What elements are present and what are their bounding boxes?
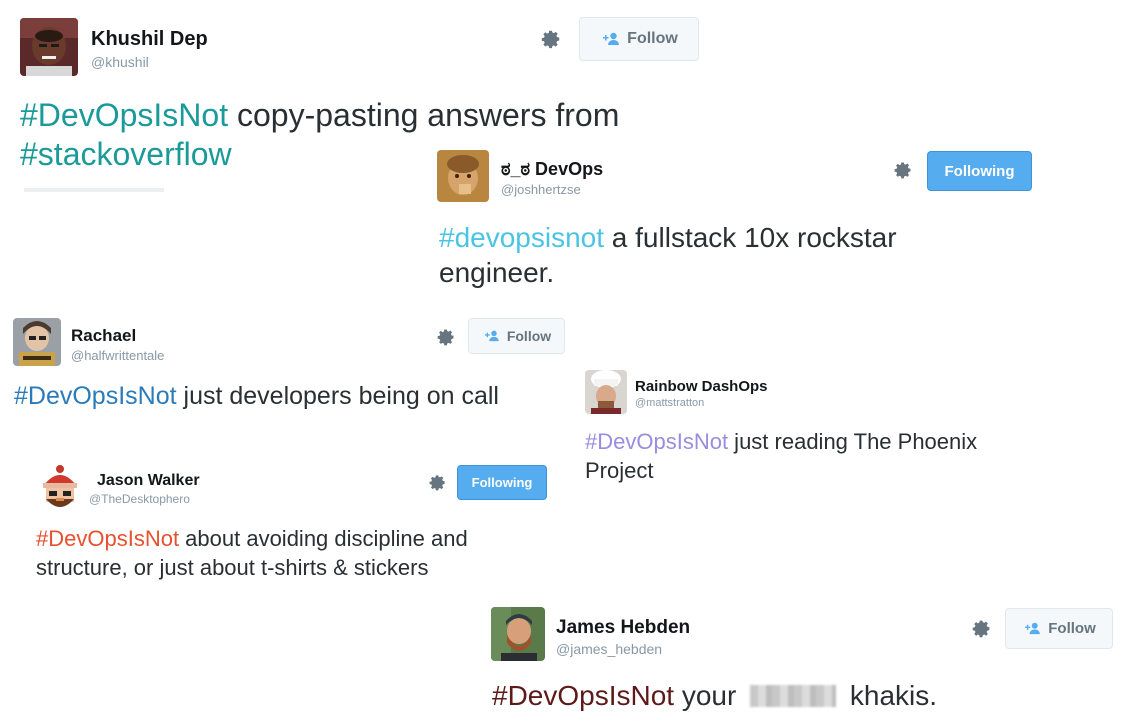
following-button-label: Following <box>944 162 1015 180</box>
gear-icon[interactable] <box>891 158 915 182</box>
avatar-devops[interactable] <box>437 150 489 202</box>
tweet-text-body: your <box>674 680 745 711</box>
user-name[interactable]: Jason Walker <box>97 472 200 490</box>
hashtag-link[interactable]: #DevOpsIsNot <box>36 526 179 551</box>
avatar-rachael[interactable] <box>13 318 61 366</box>
user-handle[interactable]: @khushil <box>91 54 149 70</box>
user-handle[interactable]: @mattstratton <box>635 397 704 409</box>
follow-button-label: Follow <box>506 328 552 344</box>
user-handle[interactable]: @james_hebden <box>556 641 662 657</box>
user-name[interactable]: James Hebden <box>556 617 690 639</box>
tweet-rainbow-dashops: Rainbow DashOps @mattstratton #DevOpsIsN… <box>575 362 1045 492</box>
hashtag-link[interactable]: #devopsisnot <box>439 222 604 253</box>
following-button-label: Following <box>471 475 533 490</box>
tweet-text-body: copy-pasting answers from <box>228 97 620 133</box>
avatar-rainbow-dashops[interactable] <box>585 370 627 414</box>
following-button[interactable]: Following <box>457 465 547 500</box>
user-name[interactable]: Rachael <box>71 326 136 346</box>
follow-button[interactable]: Follow <box>1005 608 1113 649</box>
add-user-icon <box>1022 622 1041 635</box>
user-handle[interactable]: @joshhertzse <box>501 182 581 197</box>
add-user-icon <box>482 330 500 342</box>
hashtag-link[interactable]: #DevOpsIsNot <box>14 382 177 410</box>
tweet-devops: ಠ_ಠ DevOps @joshhertzse Following #devop… <box>425 140 1045 300</box>
hashtag-link[interactable]: #DevOpsIsNot <box>585 429 728 454</box>
tweet-text-body: just developers being on call <box>176 382 500 410</box>
add-user-icon <box>600 32 620 46</box>
hashtag-link[interactable]: #DevOpsIsNot <box>20 97 228 133</box>
person-avatar-icon <box>491 607 545 661</box>
user-name[interactable]: Khushil Dep <box>91 28 208 51</box>
user-name[interactable]: ಠ_ಠ DevOps <box>501 159 603 180</box>
user-name[interactable]: Rainbow DashOps <box>635 378 768 395</box>
follow-button-label: Follow <box>1048 620 1096 637</box>
tweet-james-hebden: James Hebden @james_hebden Follow #DevOp… <box>480 595 1125 722</box>
tweet-text: #DevOpsIsNot just developers being on ca… <box>14 381 574 412</box>
tweet-text: #DevOpsIsNot your khakis. <box>492 679 1112 713</box>
follow-button[interactable]: Follow <box>579 17 699 61</box>
gear-icon[interactable] <box>434 325 458 349</box>
tweet-text: #DevOpsIsNot just reading The Phoenix Pr… <box>585 428 1025 485</box>
cartoon-avatar-icon <box>43 465 77 507</box>
tweet-text: #DevOpsIsNot about avoiding discipline a… <box>36 525 556 582</box>
gear-icon[interactable] <box>425 470 449 494</box>
tweet-jason-walker: Jason Walker @TheDesktophero Following #… <box>20 455 580 590</box>
tweet-rachael: Rachael @halfwrittentale Follow #DevOpsI… <box>0 308 580 428</box>
user-handle[interactable]: @TheDesktophero <box>89 492 190 506</box>
user-handle[interactable]: @halfwrittentale <box>71 348 164 363</box>
hashtag-link[interactable]: #DevOpsIsNot <box>492 680 674 711</box>
avatar-khushil[interactable] <box>20 18 78 76</box>
hashtag-link[interactable]: #stackoverflow <box>20 136 232 172</box>
follow-button[interactable]: Follow <box>468 318 565 354</box>
follow-button-label: Follow <box>627 30 678 47</box>
censored-word <box>750 685 837 707</box>
tweet-text: #devopsisnot a fullstack 10x rockstar en… <box>439 220 959 291</box>
gear-icon[interactable] <box>538 26 564 52</box>
avatar-james-hebden[interactable] <box>491 607 545 661</box>
person-avatar-icon <box>20 18 78 76</box>
tweet-text-body-end: khakis. <box>842 680 938 711</box>
person-avatar-icon <box>437 150 489 202</box>
avatar-jason-walker[interactable] <box>36 465 84 511</box>
person-avatar-icon <box>13 318 61 366</box>
following-button[interactable]: Following <box>927 151 1032 191</box>
gear-icon[interactable] <box>968 615 994 641</box>
chef-hat-avatar-icon <box>585 370 627 414</box>
cut-off-text <box>24 188 164 192</box>
